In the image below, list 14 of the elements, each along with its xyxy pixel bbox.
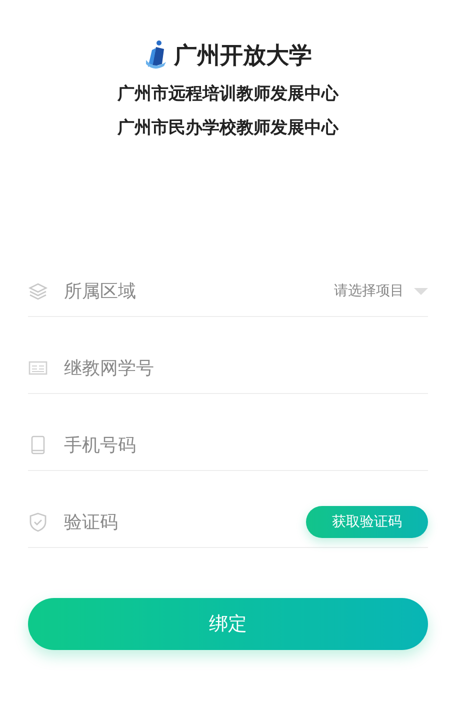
subtitle: 广州市远程培训教师发展中心 xyxy=(118,83,338,106)
get-code-button[interactable]: 获取验证码 xyxy=(306,506,428,538)
bind-button[interactable]: 绑定 xyxy=(28,598,428,650)
area-dropdown[interactable]: 请选择项目 xyxy=(334,282,428,300)
book-logo-icon xyxy=(144,40,168,70)
input-field[interactable]: 所属区域 xyxy=(64,280,334,302)
input-field[interactable]: 验证码 xyxy=(64,512,306,532)
input-field[interactable]: 继教网学号 xyxy=(64,358,428,378)
subtitle: 广州市民办学校教师发展中心 xyxy=(118,117,338,140)
app-title: 广州开放大学 xyxy=(174,42,312,70)
layers-icon xyxy=(28,281,48,301)
input-field[interactable]: 手机号码 xyxy=(64,434,428,456)
caret-icon xyxy=(414,288,428,294)
shield-icon xyxy=(28,512,48,532)
